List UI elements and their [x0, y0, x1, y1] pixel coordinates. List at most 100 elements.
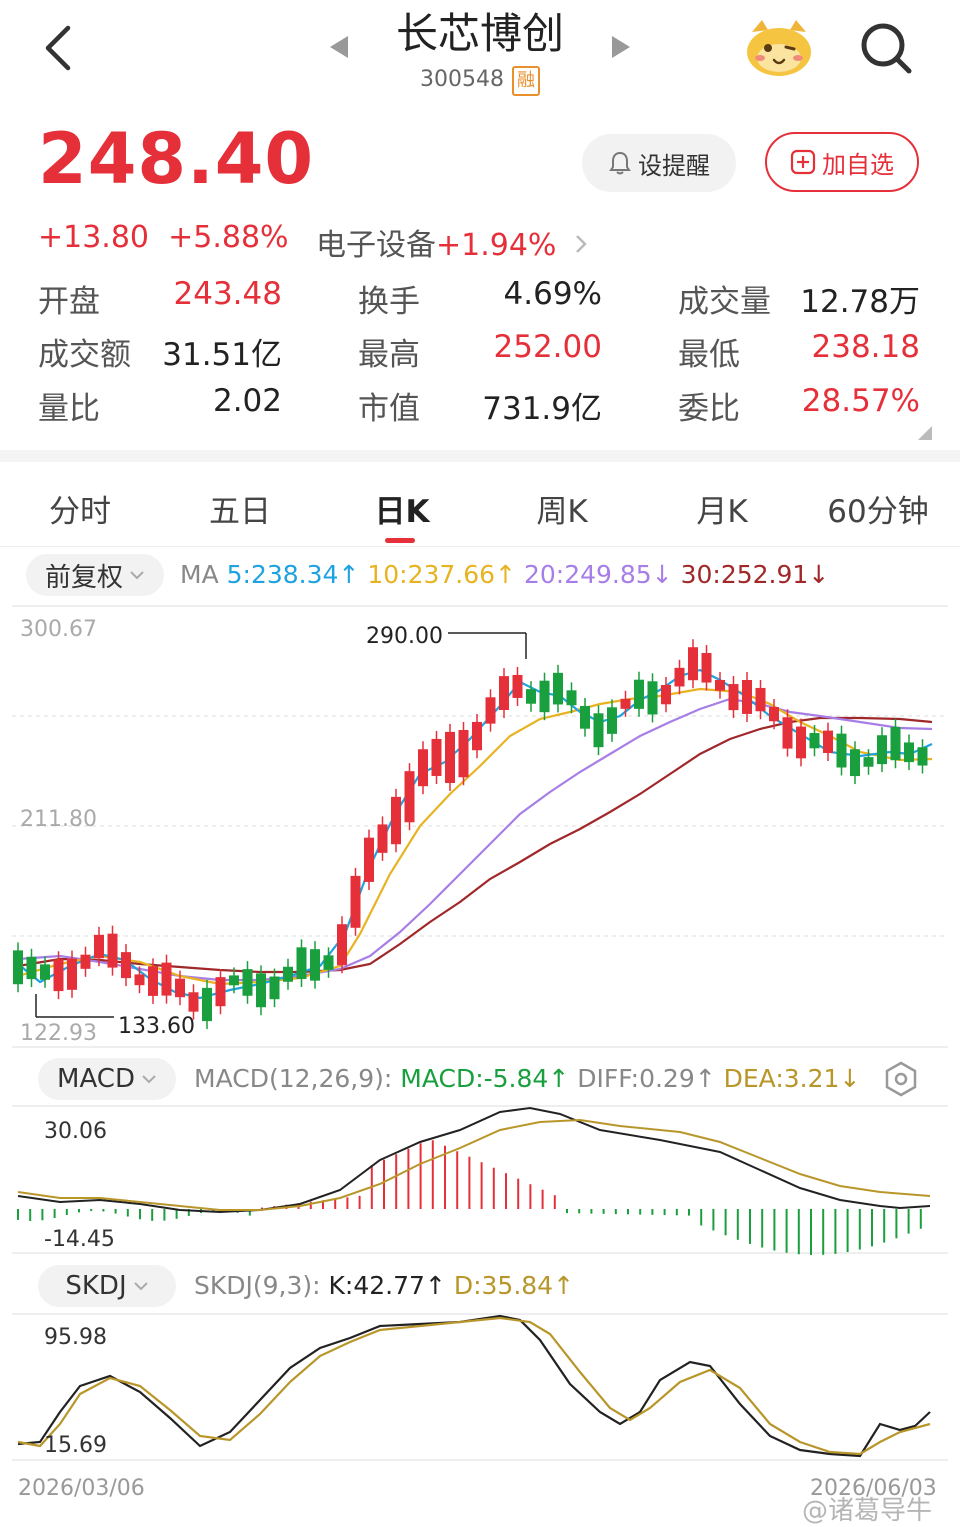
price-change-row: +13.80 +5.88%: [38, 220, 289, 255]
candle: [13, 942, 23, 993]
section-divider: [0, 450, 960, 462]
next-stock-icon[interactable]: [612, 36, 630, 58]
kline-y-high: 300.67: [20, 617, 97, 642]
skdj-select[interactable]: SKDJ: [38, 1265, 176, 1307]
candle: [404, 763, 415, 831]
ma20-value: 20:249.85↓: [523, 560, 673, 589]
settings-hexagon-icon[interactable]: [882, 1060, 920, 1098]
candle: [877, 727, 887, 773]
active-tab-indicator: [385, 538, 415, 543]
tab-2[interactable]: 五日: [170, 486, 310, 531]
macd-chart[interactable]: 30.06 -14.45: [0, 1104, 960, 1256]
stat-label: 委比: [678, 391, 740, 427]
adjust-select-value: 前复权: [44, 562, 123, 593]
candle: [755, 679, 766, 720]
candle: [647, 673, 658, 723]
candle: [580, 697, 590, 737]
skdj-chart[interactable]: 95.98 15.69: [0, 1312, 960, 1464]
stat-label: 量比: [38, 391, 100, 427]
add-watchlist-button[interactable]: 加自选: [765, 132, 919, 192]
stat-value: 12.78万: [800, 284, 920, 320]
k-value: K:42.77↑: [328, 1271, 446, 1300]
skdj-select-value: SKDJ: [65, 1271, 127, 1301]
stat-label: 成交量: [678, 284, 771, 320]
kline-y-low: 122.93: [20, 1021, 97, 1046]
stat-label: 开盘: [38, 284, 100, 320]
candle: [269, 968, 280, 1008]
k-line: [17, 1314, 931, 1458]
current-price: 248.40: [38, 118, 315, 200]
stat-value: 731.9亿: [482, 391, 602, 427]
add-watchlist-label: 加自选: [822, 150, 894, 179]
add-square-icon: [790, 149, 816, 175]
tab-6[interactable]: 60分钟: [808, 486, 948, 531]
candle: [107, 925, 118, 976]
candle: [715, 671, 725, 699]
stat-label: 最低: [678, 337, 740, 373]
candle: [701, 645, 712, 691]
search-icon[interactable]: [856, 18, 916, 78]
candle: [836, 725, 847, 776]
d-value: D:35.84↑: [453, 1271, 575, 1300]
candle: [283, 958, 293, 990]
kline-peak-label: 290.00: [366, 624, 443, 649]
candle: [350, 867, 361, 936]
margin-badge: 融: [511, 66, 540, 96]
mascot-icon[interactable]: [742, 14, 816, 78]
chevron-right-icon: [576, 235, 587, 253]
sector-name: 电子设备: [316, 228, 436, 263]
stock-name: 长芯博创: [395, 9, 564, 58]
candle: [337, 916, 347, 974]
macd-legend: MACD(12,26,9): MACD:-5.84↑ DIFF:0.29↑ DE…: [194, 1064, 860, 1093]
candle: [161, 954, 172, 1004]
chevron-down-icon: [133, 1282, 148, 1291]
candle: [377, 816, 388, 861]
candle: [742, 672, 752, 722]
bell-icon: [609, 151, 631, 175]
chevron-down-icon: [130, 571, 144, 580]
macd-y-low: -14.45: [44, 1227, 115, 1252]
adjust-select[interactable]: 前复权: [26, 554, 164, 596]
stat-value: 243.48: [173, 276, 282, 312]
candle: [485, 689, 496, 732]
candle: [904, 734, 914, 771]
stat-value: 252.00: [493, 329, 602, 365]
tab-1[interactable]: 分时: [10, 486, 150, 531]
tab-3[interactable]: 日K: [332, 486, 472, 531]
tab-5[interactable]: 月K: [652, 486, 792, 531]
stock-code: 300548: [420, 67, 504, 92]
diff-value: DIFF:0.29↑: [577, 1064, 716, 1093]
candle: [418, 741, 428, 795]
stat-value: 238.18: [811, 329, 920, 365]
stat-value: 4.69%: [503, 276, 602, 312]
candle: [391, 788, 401, 853]
stat-label: 换手: [358, 284, 420, 320]
candle: [296, 939, 307, 988]
candle: [796, 718, 806, 767]
expand-corner-icon[interactable]: [914, 424, 934, 442]
skdj-legend: SKDJ(9,3): K:42.77↑ D:35.84↑: [194, 1271, 574, 1300]
candle: [26, 948, 37, 988]
sector-change: +1.94%: [436, 228, 557, 263]
candle: [445, 723, 455, 791]
candle: [364, 829, 374, 890]
tabs-divider: [0, 546, 960, 547]
candle: [688, 639, 698, 689]
stat-value: 28.57%: [801, 383, 920, 419]
stock-code-row: 300548 融: [0, 66, 960, 96]
kline-y-mid: 211.80: [20, 807, 97, 832]
d-line: [17, 1316, 931, 1456]
kline-chart[interactable]: 300.67 211.80 122.93 290.00 133.60: [0, 604, 960, 1050]
stat-label: 最高: [358, 337, 420, 373]
sector-link[interactable]: 电子设备+1.94%: [316, 220, 590, 264]
ma30-value: 30:252.91↓: [680, 560, 830, 589]
macd-select[interactable]: MACD: [38, 1058, 176, 1100]
tab-4[interactable]: 周K: [492, 486, 632, 531]
candle: [620, 690, 631, 717]
macd-params: MACD(12,26,9):: [194, 1064, 393, 1093]
set-alert-button[interactable]: 设提醒: [582, 134, 736, 192]
stat-label: 市值: [358, 391, 420, 427]
candle: [121, 944, 131, 987]
previous-stock-icon[interactable]: [330, 36, 348, 58]
macd-select-value: MACD: [57, 1064, 135, 1094]
